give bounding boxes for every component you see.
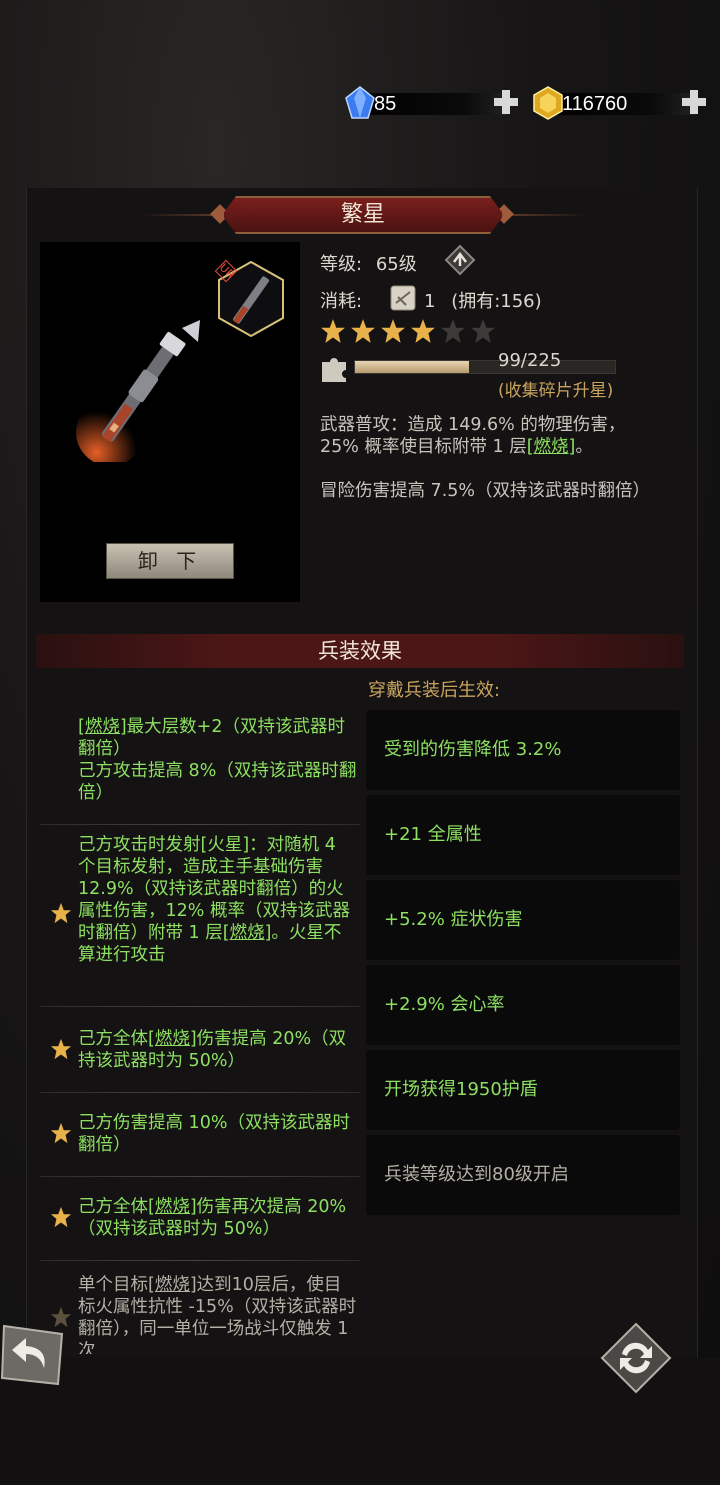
- fragment-progress-bar: [354, 360, 616, 374]
- puzzle-piece-icon: [322, 358, 346, 382]
- bonus-description: 冒险伤害提高 7.5%（双持该武器时翻倍）: [320, 481, 651, 501]
- cost-amount-row: 1 (拥有:156): [424, 287, 542, 313]
- attack-desc-line2: 25% 概率使目标附带 1 层: [320, 437, 527, 457]
- effect-text-part: 己方全体: [78, 1029, 148, 1049]
- effect-text-part: 己方全体: [78, 1197, 148, 1217]
- stat-text: +2.9% 会心率: [384, 994, 505, 1015]
- gold-currency: 116760: [532, 86, 712, 120]
- stat-text: 开场获得1950护盾: [384, 1079, 538, 1100]
- star-icon: [50, 1206, 72, 1228]
- swap-weapon-icon[interactable]: [600, 1322, 672, 1394]
- star-icon: [50, 1122, 72, 1144]
- effect-item-locked: 单个目标[燃烧]达到10层后，使目标火属性抗性 -15%（双持该武器时翻倍），同…: [40, 1274, 360, 1354]
- stat-card-locked: 兵装等级达到80级开启: [366, 1135, 680, 1215]
- fragment-hint: (收集碎片升星): [498, 381, 614, 401]
- gem-amount: 85: [374, 93, 397, 115]
- attack-desc-end: 。: [575, 437, 593, 457]
- effect-text: [燃烧]最大层数+2（双持该武器时翻倍） 己方攻击提高 8%（双持该武器时翻倍）: [78, 716, 358, 804]
- effect-text: 己方全体[燃烧]伤害提高 20%（双持该武器时为 50%）: [78, 1028, 358, 1072]
- star-empty-icon: [441, 319, 465, 343]
- weapon-name: 繁星: [340, 202, 385, 227]
- stat-card: 受到的伤害降低 3.2%: [366, 710, 680, 790]
- stat-text: +21 全属性: [384, 824, 482, 845]
- effect-divider: [40, 824, 360, 825]
- effect-text: 单个目标[燃烧]达到10层后，使目标火属性抗性 -15%（双持该武器时翻倍），同…: [78, 1274, 358, 1354]
- effects-title: 兵装效果: [318, 639, 402, 663]
- effect-divider: [40, 1176, 360, 1177]
- gold-amount: 116760: [562, 93, 628, 115]
- cost-label: 消耗:: [320, 291, 363, 312]
- burn-link[interactable]: [燃烧]: [148, 1275, 197, 1295]
- star-filled-icon: [411, 319, 435, 343]
- fragment-progress-fill: [355, 361, 470, 373]
- level-label: 等级:: [320, 254, 363, 275]
- stat-card: 开场获得1950护盾: [366, 1050, 680, 1130]
- gem-currency: 85: [344, 86, 520, 119]
- attack-desc-line1: 武器普攻：造成 149.6% 的物理伤害，: [320, 415, 626, 435]
- burn-link[interactable]: [燃烧]: [527, 437, 576, 457]
- stat-text: +5.2% 症状伤害: [384, 909, 523, 930]
- burn-link[interactable]: [燃烧]: [148, 1029, 197, 1049]
- back-arrow-icon[interactable]: [0, 1322, 66, 1388]
- stat-card: +5.2% 症状伤害: [366, 880, 680, 960]
- effect-text-part: 己方攻击提高 8%（双持该武器时翻倍）: [78, 761, 357, 803]
- effects-header: 兵装效果: [36, 634, 684, 668]
- burn-link[interactable]: [燃烧]: [223, 923, 272, 943]
- effect-divider: [40, 1260, 360, 1261]
- title-divider-right: [508, 214, 588, 216]
- effect-text: 己方伤害提高 10%（双持该武器时翻倍）: [78, 1113, 350, 1155]
- effect-text: 己方攻击时发射[火星]：对随机 4 个目标发射，造成主手基础伤害 12.9%（双…: [78, 834, 358, 966]
- effect-divider: [40, 1092, 360, 1093]
- blue-gem-icon: [345, 86, 375, 119]
- weapon-title-plate: 繁星: [222, 196, 504, 234]
- star-empty-icon: [471, 319, 495, 343]
- level-row: 等级: 65级: [320, 250, 417, 276]
- fragment-count: 99/225: [498, 350, 562, 371]
- add-gold-button[interactable]: [680, 88, 708, 116]
- star-filled-icon: [381, 319, 405, 343]
- star-rating: [320, 318, 496, 344]
- add-gem-button[interactable]: [492, 88, 520, 116]
- effect-text-part: 单个目标: [78, 1275, 148, 1295]
- stat-card: +2.9% 会心率: [366, 965, 680, 1045]
- star-filled-icon: [351, 319, 375, 343]
- title-divider-left: [140, 214, 220, 216]
- stat-text: 受到的伤害降低 3.2%: [384, 739, 562, 760]
- burn-link[interactable]: [燃烧]: [78, 717, 127, 737]
- burn-link[interactable]: [燃烧]: [148, 1197, 197, 1217]
- gold-coin-icon: [533, 86, 563, 120]
- effect-text: 己方全体[燃烧]伤害再次提高 20%（双持该武器时为 50%）: [78, 1196, 358, 1240]
- star-icon: [50, 902, 72, 924]
- level-value: 65级: [375, 254, 417, 275]
- cost-value: 1: [424, 291, 436, 312]
- unequip-button[interactable]: 卸 下: [106, 543, 234, 579]
- upgrade-arrow-icon[interactable]: [444, 244, 476, 276]
- effect-divider: [40, 1006, 360, 1007]
- owned-count: (拥有:156): [451, 291, 542, 312]
- attack-description: 武器普攻：造成 149.6% 的物理伤害， 25% 概率使目标附带 1 层[燃烧…: [320, 414, 680, 458]
- stat-card: +21 全属性: [366, 795, 680, 875]
- star-filled-icon: [321, 319, 345, 343]
- star-icon: [50, 1038, 72, 1060]
- effects-subtitle: 穿戴兵装后生效:: [368, 680, 501, 701]
- stat-text: 兵装等级达到80级开启: [384, 1164, 569, 1185]
- weapon-art-icon: [76, 320, 200, 462]
- cost-row: 消耗:: [320, 287, 362, 313]
- fragment-scroll-icon: [390, 285, 416, 311]
